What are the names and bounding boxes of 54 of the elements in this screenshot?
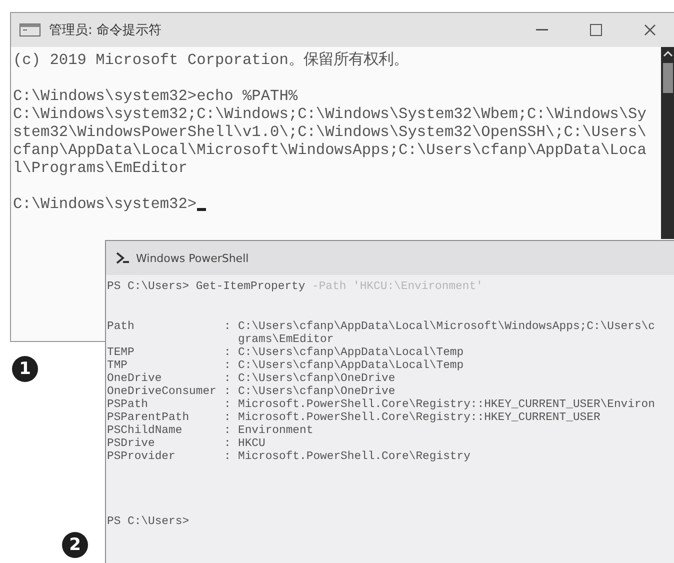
property-value: Microsoft.PowerShell.Core\Registry::HKEY_CURRENT_USER (238, 412, 602, 424)
maximize-icon (590, 24, 602, 36)
property-name: Path (107, 321, 136, 334)
property-name: PSDrive (107, 438, 156, 450)
property-value: C:\Users\cfanp\AppData\Local\Temp (238, 360, 465, 372)
separator-colon: : (224, 438, 232, 451)
text-cursor (196, 208, 206, 210)
property-value: C:\Users\cfanp\OneDrive (238, 373, 396, 386)
parameter-text: -Path 'HKCU:\Environment' (312, 281, 483, 294)
property-value: C:\Users\cfanp\AppData\Local\Temp (238, 347, 465, 360)
prompt-text: PS C:\Users> (107, 281, 190, 294)
separator-colon: : (224, 399, 232, 412)
property-value: C:\Users\cfanp\AppData\Local\Microsoft\WindowsApps;C:\Users\c (238, 321, 656, 334)
minimize-icon (536, 29, 548, 31)
separator-colon: : (224, 321, 232, 334)
property-name: PSParentPath (107, 412, 190, 424)
separator-colon: : (224, 386, 232, 399)
property-name: PSPath (107, 399, 150, 412)
scroll-bar[interactable] (661, 47, 674, 239)
separator-colon: : (224, 347, 232, 360)
property-value: Microsoft.PowerShell.Core\Registry::HKEY_CURRENT_USER\Environ (238, 399, 656, 412)
separator-colon: : (224, 451, 232, 464)
property-value: grams\EmEditor (238, 334, 335, 346)
scroll-thumb[interactable] (663, 63, 673, 93)
separator-colon: : (224, 373, 232, 386)
property-name: TEMP (107, 347, 136, 360)
console-icon (19, 23, 41, 37)
separator-colon: : (224, 425, 232, 438)
console-line: cfanp\AppData\Local\Microsoft\WindowsApps;C:\Users\cfanp\AppData\Loca (13, 141, 646, 159)
property-value: Environment (238, 425, 314, 438)
console-line: C:\Windows\system32;C:\Windows;C:\Windows\System32\Wbem;C:\Windows\Sy (13, 105, 646, 123)
property-name: OneDriveConsumer (107, 386, 218, 398)
property-value: Microsoft.PowerShell.Core\Registry (238, 451, 472, 464)
property-name: PSProvider (107, 451, 176, 464)
separator-colon: : (224, 412, 232, 425)
callout-number: 1 (12, 356, 38, 382)
console-line: C:\Windows\system32> (13, 195, 197, 213)
callout-number: 2 (62, 532, 88, 558)
property-name: PSChildName (107, 425, 184, 438)
separator-colon: : (224, 360, 232, 373)
console-line: l\Programs\EmEditor (13, 159, 188, 177)
property-value: C:\Users\cfanp\OneDrive (238, 386, 396, 398)
console-line: stem32\WindowsPowerShell\v1.0\;C:\Windows\System32\OpenSSH\;C:\Users\ (13, 123, 646, 141)
prompt-text: PS C:\Users> (107, 516, 190, 529)
console-line: (c) 2019 Microsoft Corporation。保留所有权利。 (13, 51, 408, 69)
console-line: C:\Windows\system32>echo %PATH% (13, 87, 298, 105)
property-value: HKCU (238, 438, 266, 450)
window-title: Windows PowerShell (136, 252, 249, 264)
property-name: OneDrive (107, 373, 163, 386)
close-icon (644, 24, 656, 36)
command-text: Get-ItemProperty (196, 281, 306, 294)
window-title: 管理员: 命令提示符 (49, 22, 162, 39)
property-name: TMP (107, 360, 129, 372)
powershell-icon (116, 252, 130, 264)
